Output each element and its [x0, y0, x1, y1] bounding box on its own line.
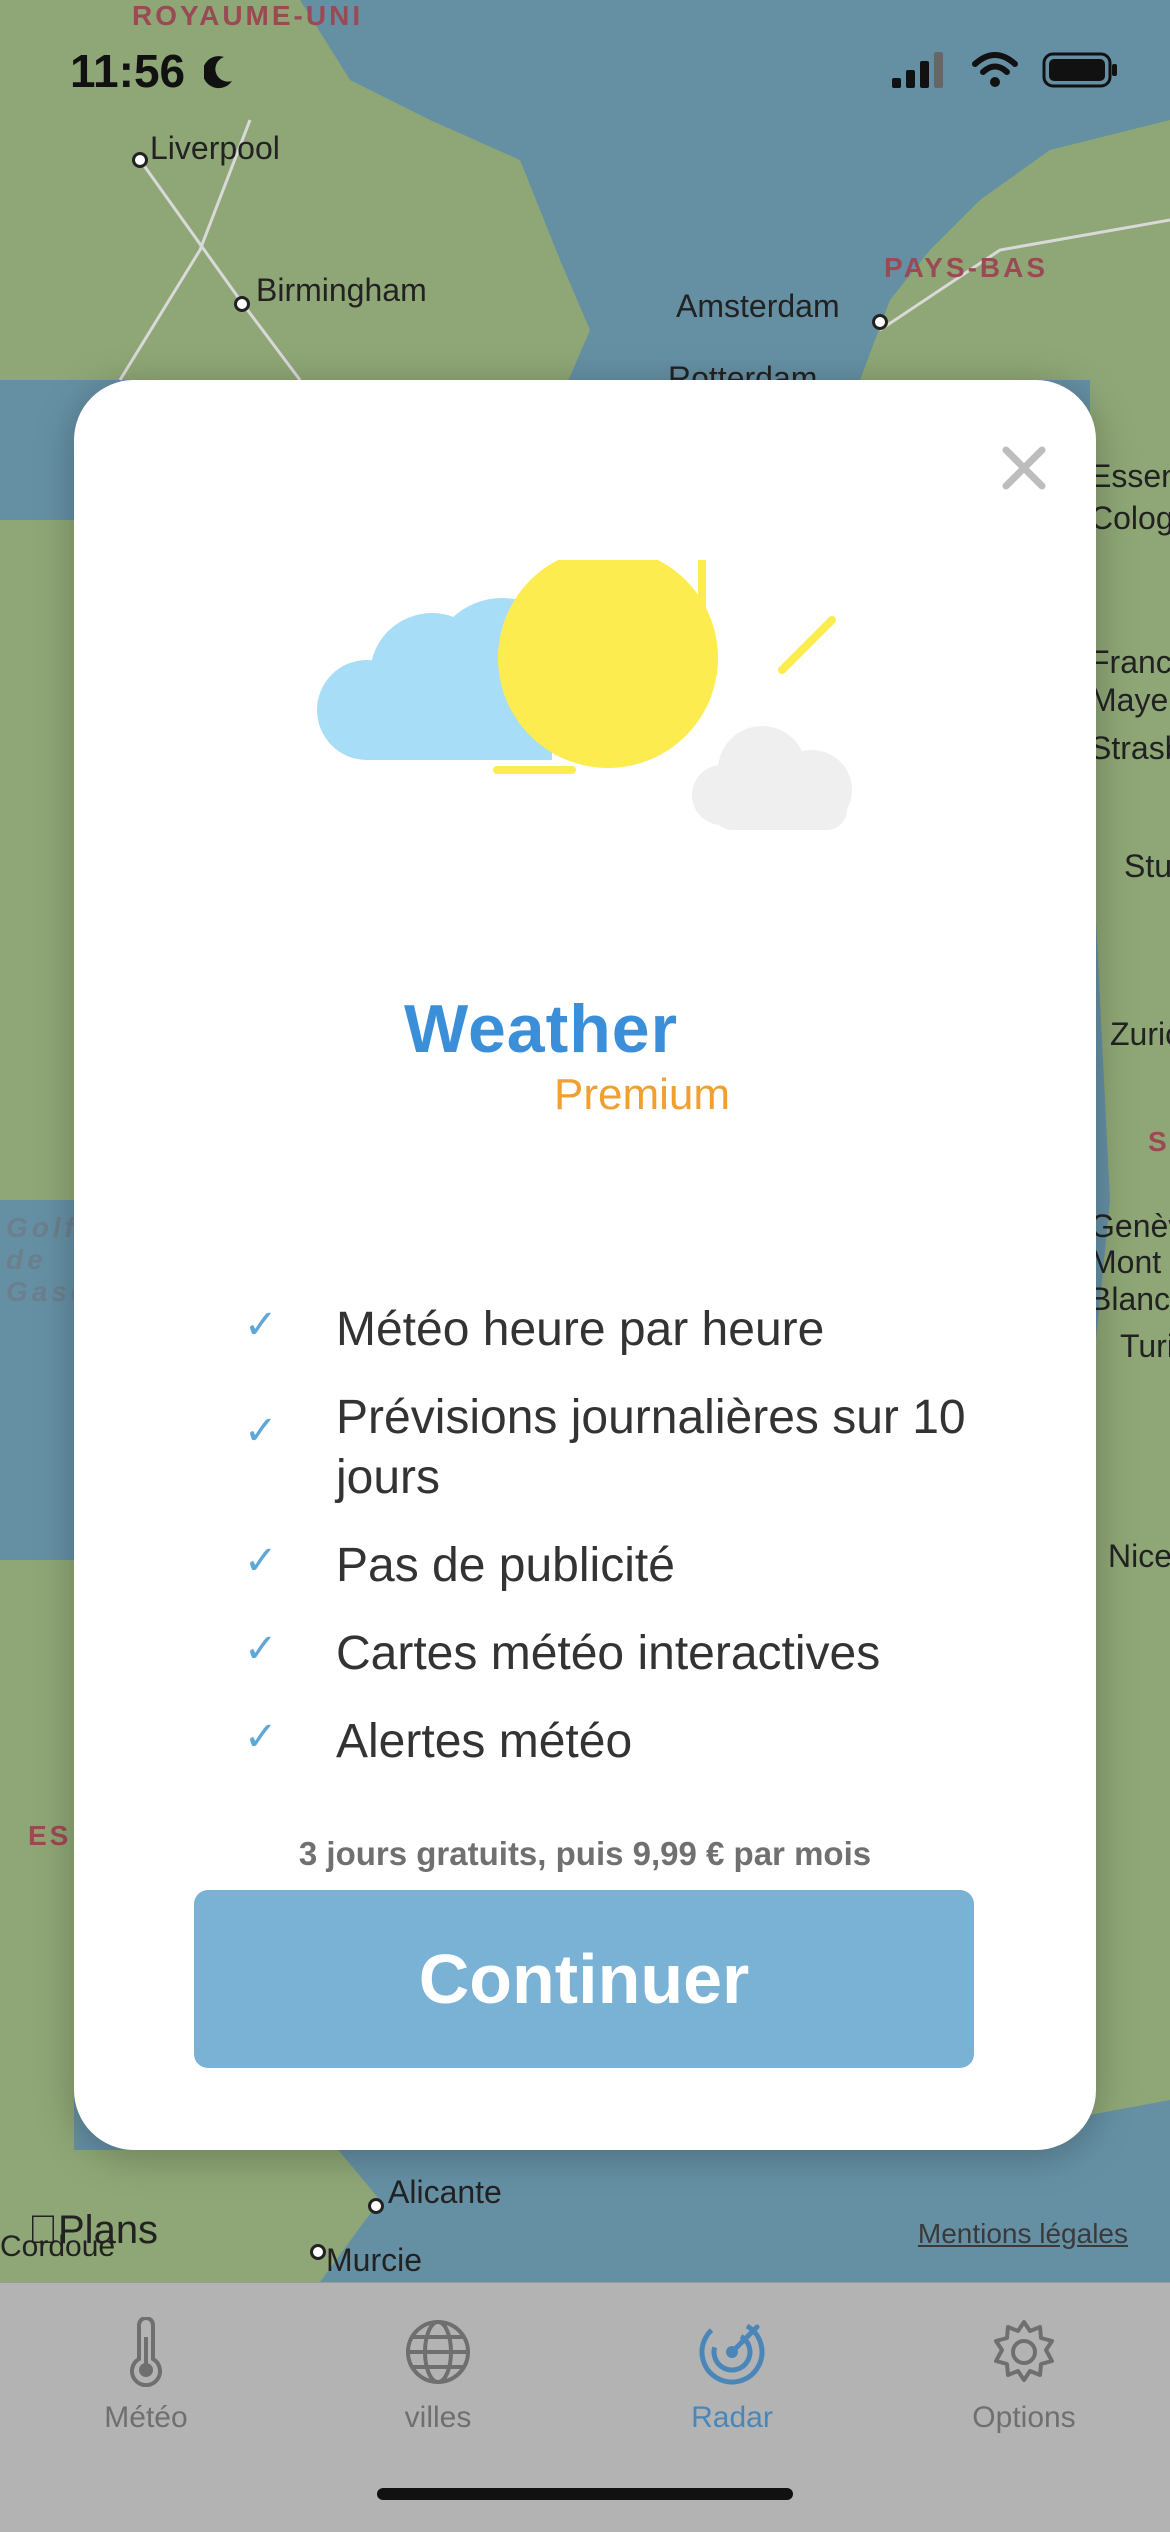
feature-item: ✓ Prévisions journalières sur 10 jours	[244, 1388, 1024, 1508]
brand-name: Weather	[404, 991, 679, 1067]
tab-label: villes	[404, 2401, 472, 2434]
feature-text: Cartes météo interactives	[336, 1627, 881, 1680]
city-dot	[132, 152, 148, 168]
wifi-icon	[972, 52, 1018, 87]
maps-attribution: Plans	[28, 2208, 158, 2253]
checkmark-icon: ✓	[244, 1303, 278, 1347]
checkmark-icon: ✓	[244, 1409, 278, 1453]
city-mont-blanc: Mont Blanc	[1090, 1244, 1170, 1317]
checkmark-icon: ✓	[244, 1539, 278, 1583]
city-nice: Nice	[1108, 1538, 1170, 1574]
tab-options[interactable]: Options	[904, 2301, 1144, 2461]
brand-logo: Weather Premium	[404, 990, 824, 1119]
clock-text: 11:56	[70, 45, 186, 97]
tab-label: Météo	[104, 2401, 188, 2434]
signal-icon	[892, 52, 943, 88]
home-indicator	[377, 2488, 793, 2500]
feature-text: Prévisions journalières sur 10 jours	[336, 1391, 966, 1504]
city-zurich: Zurich	[1110, 1016, 1170, 1052]
close-icon[interactable]	[996, 440, 1052, 496]
city-geneve: Genève	[1090, 1208, 1170, 1244]
continue-button[interactable]: Continuer	[194, 1890, 974, 2068]
tab-meteo[interactable]: Météo	[26, 2301, 266, 2461]
premium-modal: Weather Premium ✓ Météo heure par heure …	[74, 380, 1096, 2150]
city-dot	[310, 2244, 326, 2260]
tab-label: Radar	[691, 2401, 773, 2434]
maps-attribution-text: Plans	[28, 2208, 158, 2252]
city-strasbourg: Strasbourg	[1090, 730, 1170, 766]
gear-icon	[994, 2320, 1054, 2382]
feature-text: Météo heure par heure	[336, 1303, 825, 1356]
city-amsterdam: Amsterdam	[676, 288, 840, 324]
feature-text: Pas de publicité	[336, 1539, 675, 1592]
map-label-spain: ES	[28, 1820, 72, 1851]
status-bar: 11:56	[0, 0, 1170, 140]
moon-icon	[202, 56, 232, 89]
city-stuttgart: Stuttgart	[1124, 848, 1170, 884]
weather-logo-icon	[317, 560, 852, 830]
feature-item: ✓ Pas de publicité	[244, 1536, 1024, 1596]
city-dot	[872, 314, 888, 330]
city-francfort: Francfort	[1090, 644, 1170, 680]
city-alicante: Alicante	[388, 2174, 502, 2210]
checkmark-icon: ✓	[244, 1627, 278, 1671]
city-dot	[368, 2198, 384, 2214]
battery-icon	[1042, 52, 1117, 88]
city-murcie: Murcie	[326, 2242, 423, 2278]
city-turin: Turin	[1120, 1328, 1170, 1364]
apple-logo-icon: 	[28, 2208, 58, 2252]
app-root: ROYAUME-UNI PAYS-BAS ES S Liverpool Birm…	[0, 0, 1170, 2532]
tab-radar[interactable]: Radar	[612, 2301, 852, 2461]
status-time: 11:56	[70, 44, 244, 98]
map-label-netherlands: PAYS-BAS	[884, 252, 1049, 283]
checkmark-icon: ✓	[244, 1715, 278, 1759]
status-icons	[892, 52, 1118, 88]
tab-label: Options	[972, 2401, 1076, 2434]
feature-text: Alertes météo	[336, 1715, 633, 1768]
city-mayence: Mayence	[1090, 682, 1170, 718]
thermometer-icon	[130, 2317, 162, 2387]
map-label-switzerland: S	[1148, 1126, 1170, 1157]
legal-link[interactable]: Mentions légales	[918, 2218, 1128, 2250]
brand-subtitle: Premium	[554, 1070, 731, 1119]
globe-icon	[406, 2320, 470, 2384]
city-dot	[234, 296, 250, 312]
feature-item: ✓ Cartes météo interactives	[244, 1624, 1024, 1684]
city-cologne: Cologne	[1090, 500, 1170, 536]
city-essen: Essen	[1090, 458, 1170, 494]
feature-item: ✓ Météo heure par heure	[244, 1300, 1024, 1360]
radar-icon	[699, 2319, 765, 2385]
tab-villes[interactable]: villes	[318, 2301, 558, 2461]
feature-item: ✓ Alertes météo	[244, 1712, 1024, 1772]
feature-list: ✓ Météo heure par heure ✓ Prévisions jou…	[244, 1300, 1024, 1800]
city-birmingham: Birmingham	[256, 272, 427, 308]
pricing-text: 3 jours gratuits, puis 9,99 € par mois	[298, 1835, 872, 1872]
